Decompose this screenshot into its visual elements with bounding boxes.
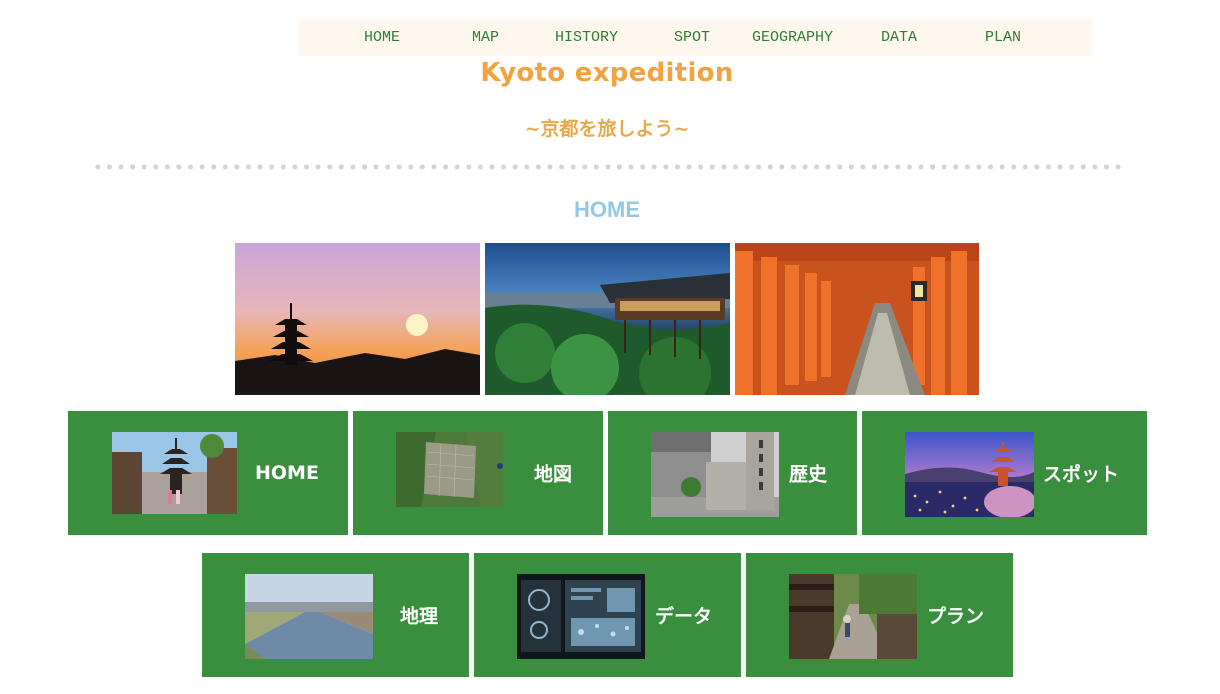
card-label: HOME xyxy=(255,462,319,484)
card-data[interactable]: データ xyxy=(474,553,741,677)
card-label: 地図 xyxy=(534,463,573,486)
nav-link-plan[interactable]: PLAN xyxy=(985,29,1021,46)
card-thumb-kamo-river xyxy=(245,574,373,659)
card-label: データ xyxy=(655,605,713,628)
card-thumb-night-pagoda xyxy=(905,432,1034,517)
site-title: Kyoto expedition xyxy=(480,58,734,88)
hero-image-fushimi-torii xyxy=(735,243,979,395)
card-home[interactable]: HOME xyxy=(68,411,348,535)
nav-link-geography[interactable]: GEOGRAPHY xyxy=(752,29,833,46)
card-thumb-old-street xyxy=(789,574,917,659)
hero-image-kiyomizu-temple xyxy=(485,243,730,395)
nav-link-map[interactable]: MAP xyxy=(472,29,499,46)
site-subtitle: ~京都を旅しよう~ xyxy=(524,118,690,140)
card-history[interactable]: 歴史 xyxy=(608,411,857,535)
nav-link-home[interactable]: HOME xyxy=(364,29,400,46)
dotted-divider xyxy=(92,164,1124,170)
top-nav: HOME MAP HISTORY SPOT GEOGRAPHY DATA PLA… xyxy=(299,19,1092,56)
card-geography[interactable]: 地理 xyxy=(202,553,469,677)
card-map[interactable]: 地図 xyxy=(353,411,603,535)
nav-link-history[interactable]: HISTORY xyxy=(555,29,618,46)
section-heading: HOME xyxy=(574,197,640,222)
card-thumb-honnoji-stone xyxy=(651,432,779,517)
card-label: 歴史 xyxy=(789,463,828,486)
card-thumb-data-screens xyxy=(517,574,645,659)
card-thumb-yasaka-street xyxy=(112,432,237,514)
card-plan[interactable]: プラン xyxy=(746,553,1013,677)
card-label: プラン xyxy=(927,605,985,628)
nav-link-spot[interactable]: SPOT xyxy=(674,29,710,46)
card-thumb-satellite-map xyxy=(396,432,503,507)
hero-image-pagoda-sunset xyxy=(235,243,480,395)
nav-link-data[interactable]: DATA xyxy=(881,29,917,46)
card-label: 地理 xyxy=(400,605,439,628)
card-spot[interactable]: スポット xyxy=(862,411,1147,535)
card-label: スポット xyxy=(1043,463,1120,486)
